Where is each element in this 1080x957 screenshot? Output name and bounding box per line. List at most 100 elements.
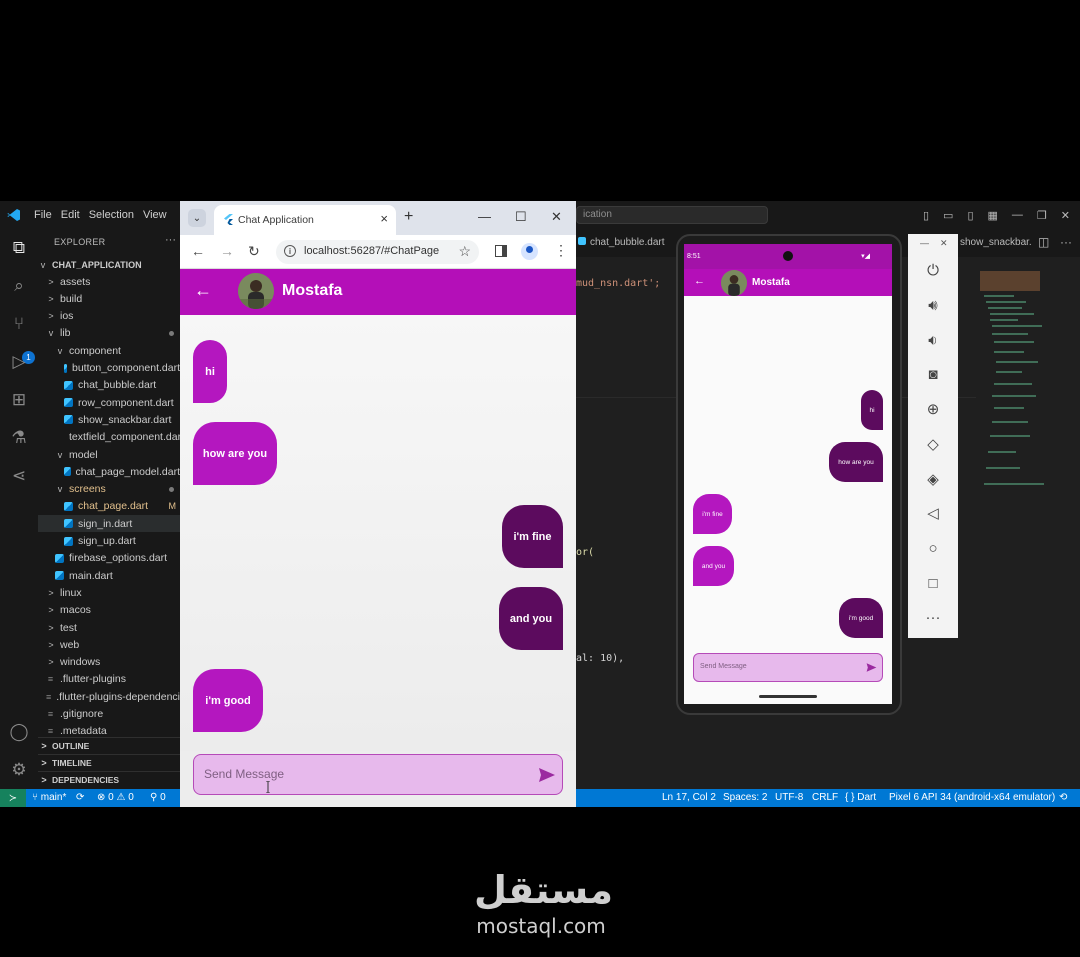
restore-icon[interactable]: ❐	[1037, 209, 1047, 222]
phone-send-icon[interactable]	[866, 662, 877, 673]
tree-folder[interactable]: v screens	[38, 481, 180, 498]
volume-down-icon[interactable]: 🔉︎	[922, 329, 944, 351]
tree-file[interactable]: chat_bubble.dart	[38, 377, 180, 394]
browser-menu-icon[interactable]: ⋮	[554, 242, 568, 259]
toggle-sidebar-icon[interactable]: ▯	[923, 209, 929, 222]
explorer-icon[interactable]: ⧉	[8, 237, 30, 259]
run-debug-icon[interactable]: ▷	[8, 351, 30, 373]
browser-close-icon[interactable]: ✕	[551, 209, 562, 225]
minimap[interactable]	[980, 271, 1072, 511]
tree-folder[interactable]: v model	[38, 446, 180, 463]
camera-icon[interactable]: ◙	[922, 363, 944, 385]
toggle-secondary-sidebar-icon[interactable]: ▯	[967, 209, 973, 222]
tree-folder[interactable]: > macos	[38, 602, 180, 619]
flutter-device[interactable]: Pixel 6 API 34 (android-x64 emulator)	[889, 792, 1055, 803]
more-actions-icon[interactable]: ···	[1060, 235, 1072, 249]
app-back-arrow-icon[interactable]: ←	[194, 280, 212, 301]
settings-gear-icon[interactable]: ⚙	[8, 759, 30, 781]
tree-file[interactable]: sign_in.dart	[38, 515, 180, 533]
notifications-icon[interactable]: ⟲	[1059, 792, 1067, 803]
testing-icon[interactable]: ⚗	[8, 427, 30, 449]
emulator-minimize-icon[interactable]: —	[920, 238, 929, 248]
split-editor-icon[interactable]: ◫	[1038, 235, 1049, 249]
problems-indicator[interactable]: ⊗ 0 ⚠ 0	[97, 792, 134, 803]
tree-folder[interactable]: > ios	[38, 308, 180, 325]
send-icon[interactable]	[538, 766, 556, 784]
tree-file[interactable]: main.dart	[38, 567, 180, 584]
ports-indicator[interactable]: ⚲ 0	[150, 792, 166, 803]
extensions-icon[interactable]: ⊞	[8, 389, 30, 411]
android-home-icon[interactable]: ○	[922, 537, 944, 559]
android-gesture-bar[interactable]	[759, 695, 817, 698]
android-overview-icon[interactable]: □	[922, 572, 944, 594]
power-icon[interactable]: ⏻	[922, 259, 944, 281]
branch-indicator[interactable]: ⑂ main*	[32, 792, 66, 803]
phone-back-arrow-icon[interactable]: ←	[694, 275, 705, 287]
tab-search-icon[interactable]: ⌄	[188, 209, 206, 227]
emulator-screen[interactable]: 8:51 ▾◢ ← Mostafa hi how are you i'm fin…	[684, 244, 892, 704]
flutter-icon[interactable]: ⋖	[8, 465, 30, 487]
remote-icon[interactable]: ≻	[0, 789, 26, 807]
menu-file[interactable]: File	[34, 209, 52, 221]
tree-file[interactable]: button_component.dart	[38, 360, 180, 377]
toggle-panel-icon[interactable]: ▭	[943, 209, 953, 222]
tree-folder[interactable]: v lib	[38, 325, 180, 342]
search-icon[interactable]: ⌕	[8, 275, 30, 297]
reload-icon[interactable]: ↻	[248, 243, 260, 260]
menu-selection[interactable]: Selection	[89, 209, 134, 221]
section-dependencies[interactable]: > DEPENDENCIES	[38, 771, 180, 788]
browser-tab-active[interactable]: Chat Application ×	[214, 205, 396, 235]
language-mode[interactable]: { } Dart	[845, 792, 876, 803]
section-outline[interactable]: > OUTLINE	[38, 737, 180, 754]
section-timeline[interactable]: > TIMELINE	[38, 754, 180, 771]
tree-file[interactable]: textfield_component.dart	[38, 429, 180, 446]
close-icon[interactable]: ✕	[1061, 209, 1070, 222]
phone-message-input[interactable]: Send Message	[693, 653, 883, 682]
command-center[interactable]: ication	[576, 206, 768, 224]
tree-file[interactable]: ≡ .flutter-plugins-dependencies	[38, 688, 180, 705]
indentation[interactable]: Spaces: 2	[723, 792, 767, 803]
editor-tab-chat-bubble[interactable]: chat_bubble.dart	[578, 237, 665, 248]
back-icon[interactable]: ←	[191, 243, 205, 259]
tree-folder[interactable]: > web	[38, 636, 180, 653]
menu-edit[interactable]: Edit	[61, 209, 80, 221]
message-input[interactable]: Send Message	[193, 754, 563, 795]
emulator-more-icon[interactable]: ···	[922, 606, 944, 628]
site-info-icon[interactable]: i	[284, 245, 296, 257]
emulator-close-icon[interactable]: ✕	[940, 238, 948, 249]
android-back-icon[interactable]: ◁	[922, 502, 944, 524]
tree-folder[interactable]: > windows	[38, 654, 180, 671]
tab-close-icon[interactable]: ×	[380, 211, 388, 226]
source-control-icon[interactable]: ⑂	[8, 313, 30, 335]
editor-tab-show-snackbar[interactable]: show_snackbar.	[960, 237, 1032, 248]
browser-minimize-icon[interactable]: —	[478, 209, 491, 224]
tree-file[interactable]: ≡ .flutter-plugins	[38, 671, 180, 688]
tree-file[interactable]: chat_page_model.dart	[38, 463, 180, 480]
tree-file[interactable]: sign_up.dart	[38, 533, 180, 550]
encoding[interactable]: UTF-8	[775, 792, 803, 803]
tree-file[interactable]: show_snackbar.dart	[38, 411, 180, 428]
menu-view[interactable]: View	[143, 209, 167, 221]
forward-icon[interactable]: →	[220, 243, 234, 259]
volume-up-icon[interactable]: 🔊︎	[922, 294, 944, 316]
tree-folder[interactable]: v component	[38, 342, 180, 359]
address-bar[interactable]: i localhost:56287/#ChatPage ☆	[276, 240, 479, 264]
tree-file[interactable]: chat_page.dart M	[38, 498, 180, 515]
tree-file[interactable]: ≡ .gitignore	[38, 706, 180, 723]
minimize-icon[interactable]: —	[1012, 209, 1023, 221]
explorer-more-icon[interactable]: ···	[165, 234, 176, 246]
tree-folder[interactable]: > assets	[38, 273, 180, 290]
bookmark-star-icon[interactable]: ☆	[458, 243, 471, 260]
line-endings[interactable]: CRLF	[812, 792, 838, 803]
profile-avatar-icon[interactable]	[521, 243, 538, 260]
tree-folder[interactable]: > build	[38, 290, 180, 307]
new-tab-icon[interactable]: +	[404, 208, 413, 226]
cursor-position[interactable]: Ln 17, Col 2	[662, 792, 716, 803]
tree-file[interactable]: row_component.dart	[38, 394, 180, 411]
browser-maximize-icon[interactable]: ☐	[515, 209, 527, 225]
side-panel-icon[interactable]	[495, 245, 507, 257]
tree-folder[interactable]: > linux	[38, 584, 180, 601]
tree-folder[interactable]: > test	[38, 619, 180, 636]
tree-file[interactable]: firebase_options.dart	[38, 550, 180, 567]
project-root[interactable]: v CHAT_APPLICATION	[38, 256, 180, 273]
